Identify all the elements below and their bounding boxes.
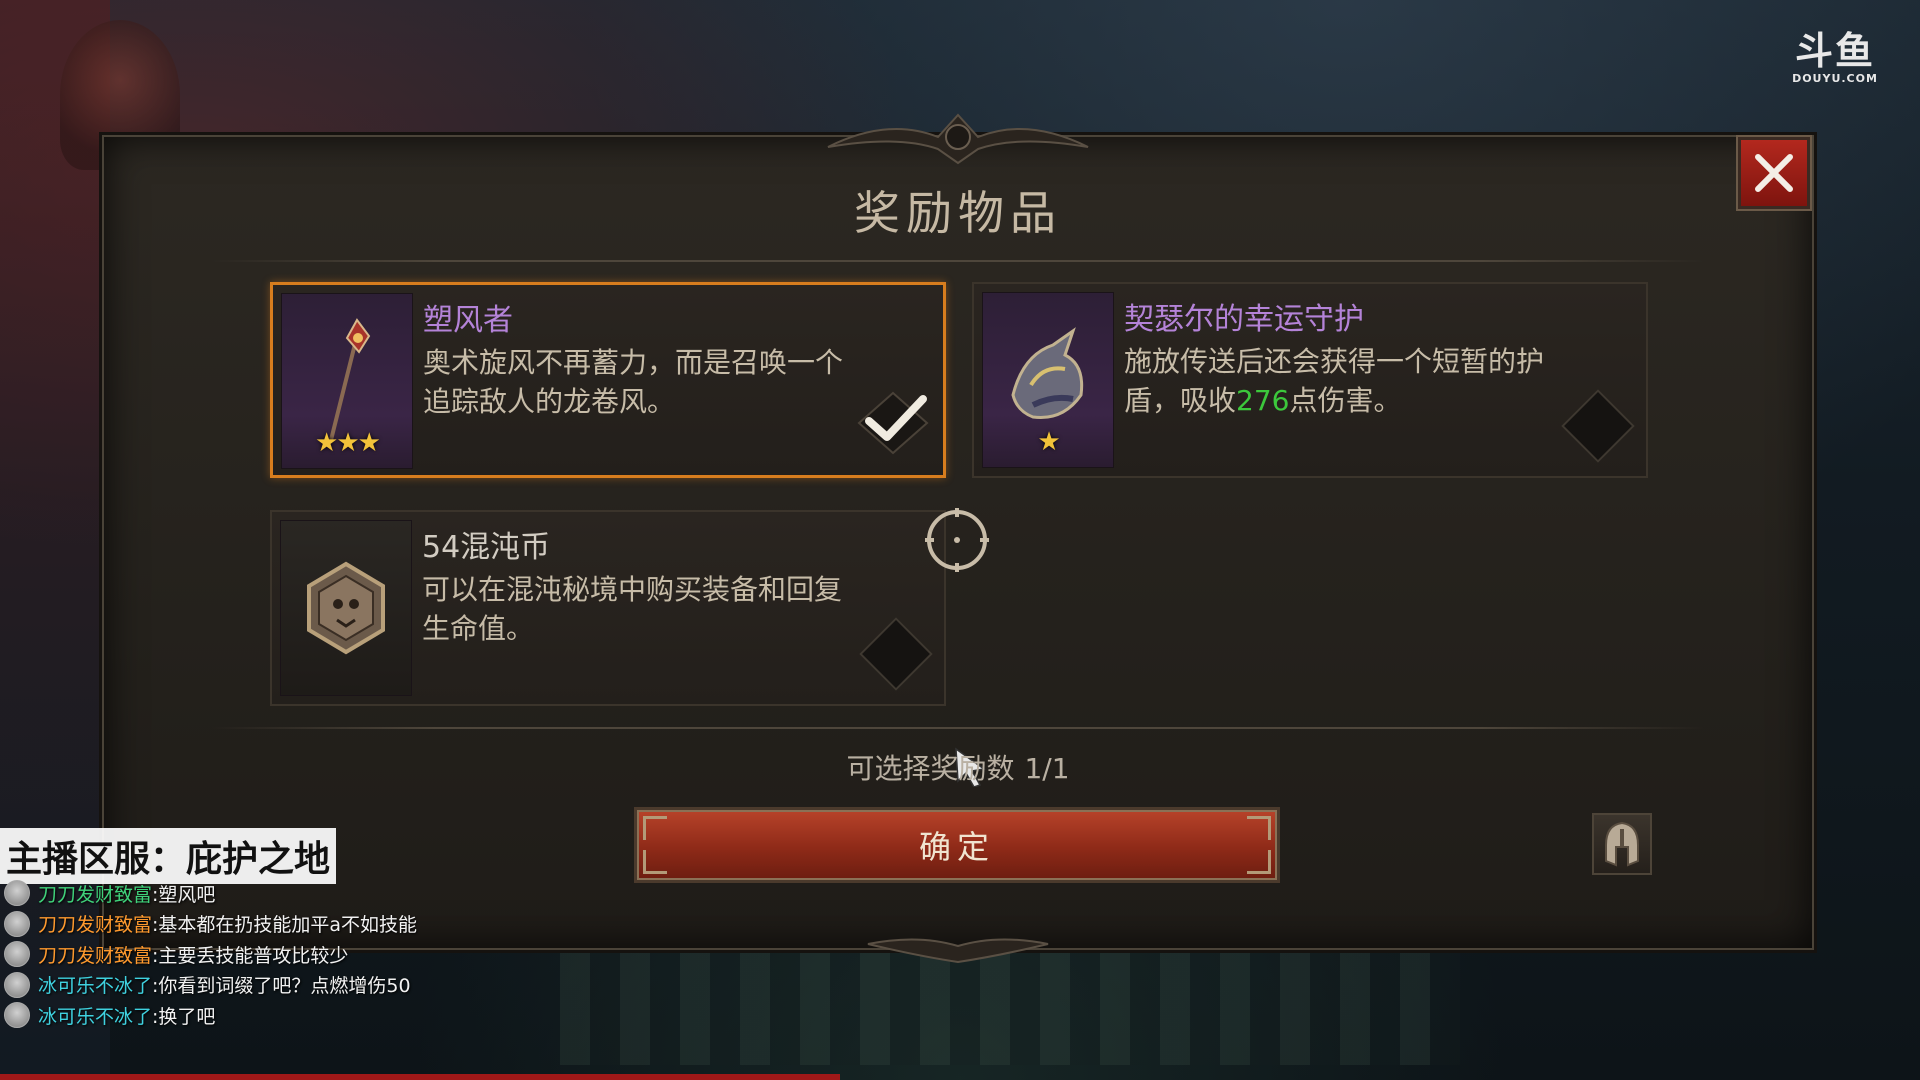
dragon-shoulder-icon [1011,327,1084,420]
logo-subtitle: DOUYU.COM [1792,72,1878,85]
corner-ornament [1247,850,1271,874]
reward-dialog: 奖励物品 ★★★ 塑风者 奥术旋风不再蓄力，而是召唤一个追踪敌人的龙卷风。 ★ [102,113,1814,964]
chat-username[interactable]: 刀刀发财致富 [38,880,152,907]
avatar [4,910,30,937]
chat-username[interactable]: 冰可乐不冰了 [38,1002,152,1029]
corner-ornament [643,850,667,874]
reward-card-wind-shaper[interactable]: ★★★ 塑风者 奥术旋风不再蓄力，而是召唤一个追踪敌人的龙卷风。 [270,282,946,478]
reward-name: 54混沌币 [422,530,551,565]
reward-icon-frame: ★ [982,292,1114,468]
checkmark-icon [857,391,929,455]
staff-icon [329,318,371,441]
footer-divider [212,727,1704,729]
reward-description: 施放传送后还会获得一个短暂的护盾，吸收276点伤害。 [1124,342,1564,420]
chat-message: 刀刀发财致富:基本都在扔技能加平a不如技能 [4,909,484,940]
unselected-diamond-icon [1561,389,1635,463]
avatar [4,880,30,907]
bottom-ornament-icon [867,938,1049,964]
chat-message: 冰可乐不冰了:你看到词缀了吧？点燃增伤50 [4,970,484,1001]
chat-username[interactable]: 刀刀发财致富 [38,941,152,968]
reward-card-lucky-guard[interactable]: ★ 契瑟尔的幸运守护 施放传送后还会获得一个短暂的护盾，吸收276点伤害。 [972,282,1648,478]
avatar [4,971,30,998]
reward-icon-frame: ★★★ [281,293,413,469]
unselected-diamond-icon [859,617,933,691]
confirm-label: 确定 [918,828,995,866]
chat-text: :主要丢技能普攻比较少 [152,944,349,967]
live-chat: 刀刀发财致富:塑风吧 刀刀发财致富:基本都在扔技能加平a不如技能 刀刀发财致富:… [4,878,484,1031]
shield-value: 276 [1236,384,1290,417]
chat-text: :你看到词缀了吧？点燃增伤50 [152,975,411,998]
reward-card-chaos-coin[interactable]: 54混沌币 可以在混沌秘境中购买装备和回复生命值。 [270,510,946,706]
title-divider [212,260,1704,262]
streamer-server-label: 主播区服：庇护之地 [0,828,337,884]
chat-text: :基本都在扔技能加平a不如技能 [152,914,418,937]
confirm-button[interactable]: 确定 [634,807,1280,883]
top-ornament-icon [827,113,1089,165]
reward-description: 可以在混沌秘境中购买装备和回复生命值。 [422,573,843,645]
avatar [4,1002,30,1029]
selection-count: 可选择奖励数 1/1 [104,747,1812,787]
chat-message: 冰可乐不冰了:换了吧 [4,1000,484,1031]
chat-message: 刀刀发财致富:塑风吧 [4,878,484,909]
douyu-logo: 斗鱼 DOUYU.COM [1780,30,1890,88]
helmet-icon [1605,821,1639,867]
progress-strip [0,1074,840,1080]
dialog-title: 奖励物品 [854,186,1062,240]
corner-ornament [643,816,667,840]
reward-name: 契瑟尔的幸运守护 [1124,302,1364,337]
star-rating: ★ [1037,427,1060,457]
reward-icon-frame [280,520,412,696]
target-marker-icon [925,508,989,572]
avatar [4,941,30,968]
chaos-coin-icon [307,561,385,655]
logo-mark: 斗鱼 [1794,29,1875,73]
reward-description: 奥术旋风不再蓄力，而是召唤一个追踪敌人的龙卷风。 [423,346,844,418]
chat-message: 刀刀发财致富:主要丢技能普攻比较少 [4,939,484,970]
selection-count-value: 1/1 [1024,752,1070,785]
chat-text: :塑风吧 [152,883,216,906]
reward-name: 塑风者 [423,303,513,338]
star-rating: ★★★ [315,428,381,458]
chat-username[interactable]: 冰可乐不冰了 [38,971,152,998]
description-text: 点伤害。 [1289,384,1402,417]
chat-text: :换了吧 [152,1005,216,1028]
chat-username[interactable]: 刀刀发财致富 [38,910,152,937]
selection-count-label: 可选择奖励数 [846,752,1015,785]
corner-ornament [1247,816,1271,840]
helmet-button[interactable] [1592,813,1652,875]
